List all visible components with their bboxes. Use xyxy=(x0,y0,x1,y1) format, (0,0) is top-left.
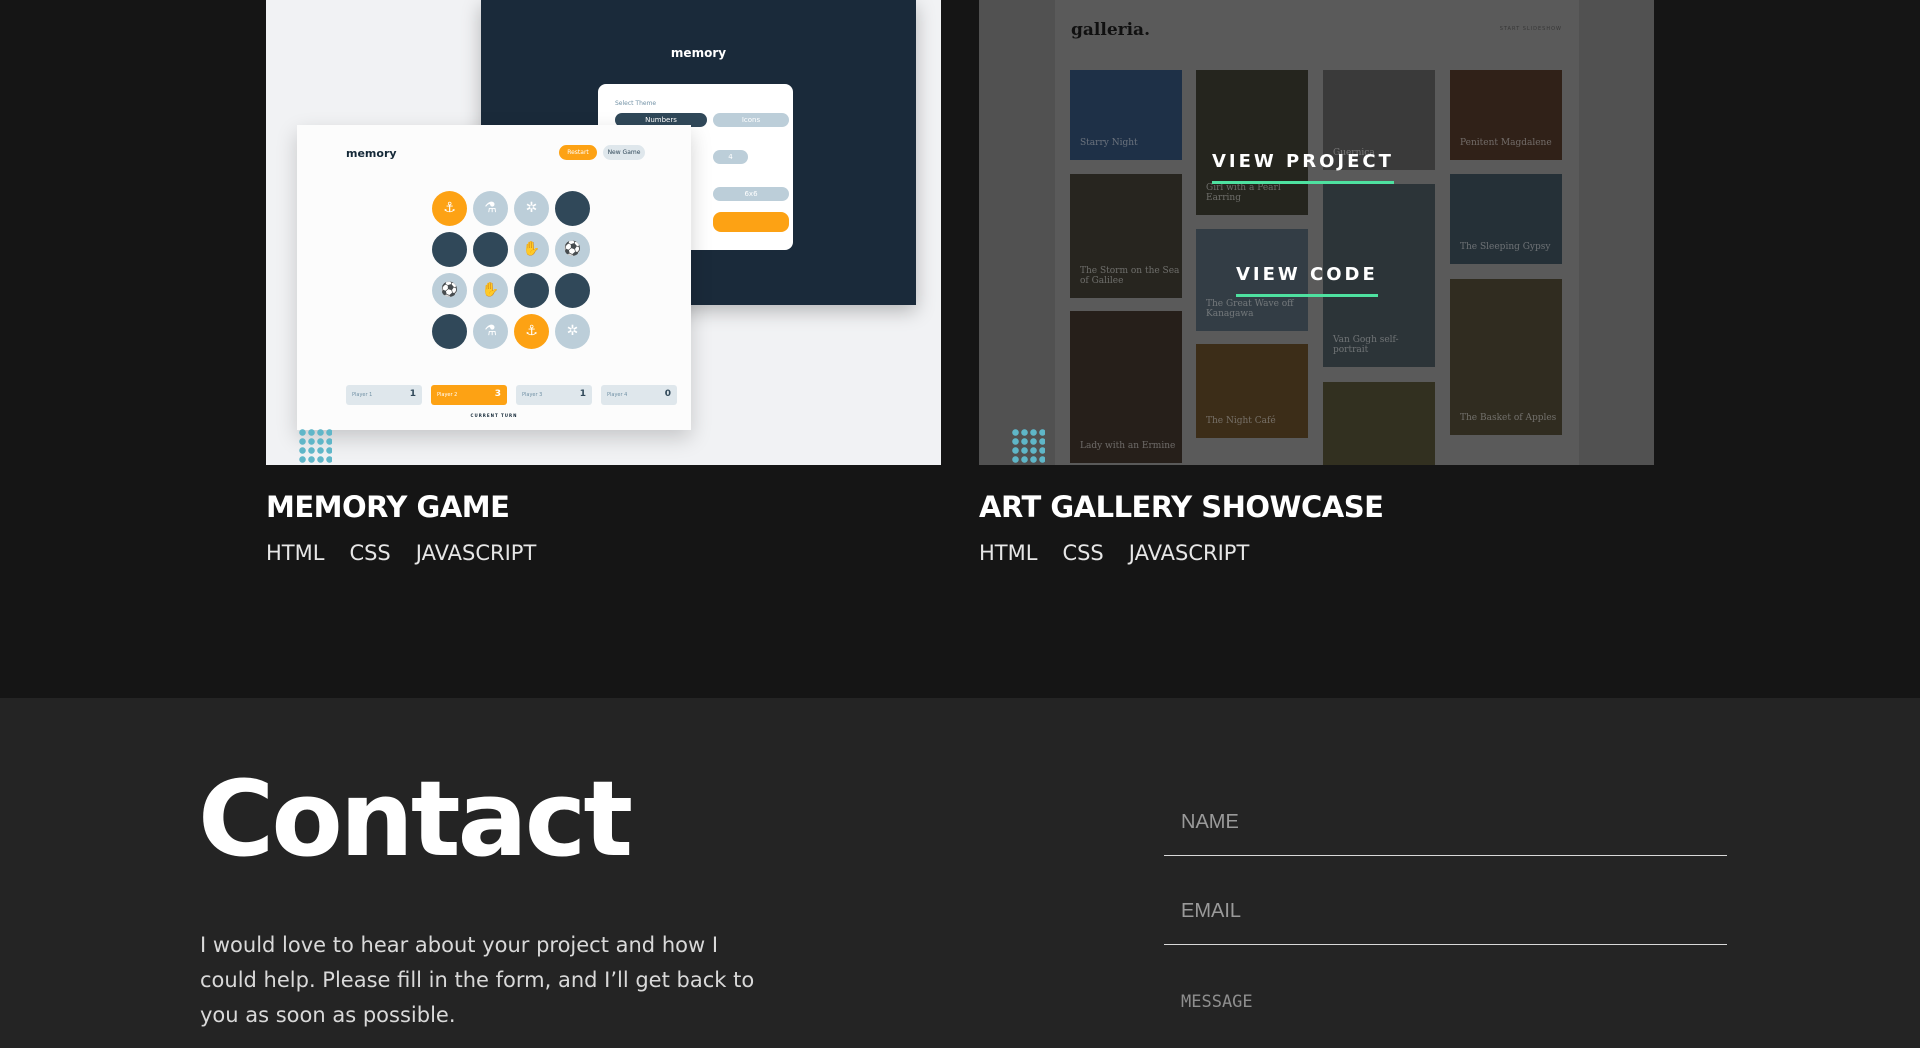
hidden-tile xyxy=(473,232,508,267)
current-turn-label: CURRENT TURN xyxy=(470,413,518,418)
view-code-link[interactable]: VIEW CODE xyxy=(1236,264,1378,297)
decorative-dots xyxy=(298,428,332,465)
project-tags: HTML CSS JAVASCRIPT xyxy=(266,541,536,565)
gear-icon: ✲ xyxy=(514,191,549,226)
player-score-active: Player 23 xyxy=(431,385,507,405)
tag: HTML xyxy=(979,541,1038,565)
flask-icon: ⚗ xyxy=(473,191,508,226)
restart-button: Restart xyxy=(559,145,597,160)
project-thumbnail[interactable]: galleria. START SLIDESHOW Starry Night G… xyxy=(979,0,1654,465)
contact-description: I would love to hear about your project … xyxy=(200,933,755,1027)
project-card-art-gallery: galleria. START SLIDESHOW Starry Night G… xyxy=(979,0,1654,565)
project-card-memory-game: memory Select Theme Numbers Icons 4 6x6 … xyxy=(266,0,941,565)
tag: JAVASCRIPT xyxy=(1128,541,1250,565)
hidden-tile xyxy=(514,273,549,308)
contact-section: Contact I would love to hear about your … xyxy=(0,698,1920,1048)
anchor-icon: ⚓ xyxy=(514,314,549,349)
decorative-dots xyxy=(1011,428,1045,465)
football-icon: ⚽ xyxy=(432,273,467,308)
size-option: 4 xyxy=(713,150,748,164)
hidden-tile xyxy=(432,232,467,267)
hand-icon: ✋ xyxy=(514,232,549,267)
start-game-bar xyxy=(713,212,789,232)
theme-option-icons: Icons xyxy=(713,113,789,127)
thumbnail-hover-overlay xyxy=(979,0,1654,465)
settings-label: Select Theme xyxy=(615,100,657,107)
project-thumbnail[interactable]: memory Select Theme Numbers Icons 4 6x6 … xyxy=(266,0,941,465)
hidden-tile xyxy=(432,314,467,349)
grid-option: 6x6 xyxy=(713,187,789,201)
tag: HTML xyxy=(266,541,325,565)
tag: CSS xyxy=(349,541,391,565)
memory-grid: ⚓ ⚗ ✲ ✋ ⚽ ⚽ ✋ ⚗ ⚓ ✲ xyxy=(432,191,590,349)
player-score: Player 40 xyxy=(601,385,677,405)
football-icon: ⚽ xyxy=(555,232,590,267)
tag: JAVASCRIPT xyxy=(415,541,537,565)
hand-icon: ✋ xyxy=(473,273,508,308)
name-input[interactable] xyxy=(1179,810,1709,835)
player-score: Player 31 xyxy=(516,385,592,405)
name-field xyxy=(1164,796,1727,856)
email-field xyxy=(1164,885,1727,945)
project-title: ART GALLERY SHOWCASE xyxy=(979,490,1384,524)
message-field xyxy=(1164,976,1727,1048)
project-tags: HTML CSS JAVASCRIPT xyxy=(979,541,1249,565)
gear-icon: ✲ xyxy=(555,314,590,349)
email-input[interactable] xyxy=(1179,899,1709,924)
project-title: MEMORY GAME xyxy=(266,490,510,524)
anchor-icon: ⚓ xyxy=(432,191,467,226)
memory-logo: memory xyxy=(346,147,397,160)
contact-heading: Contact xyxy=(198,758,633,880)
hidden-tile xyxy=(555,273,590,308)
projects-section: memory Select Theme Numbers Icons 4 6x6 … xyxy=(0,0,1920,698)
message-input[interactable] xyxy=(1179,990,1709,1034)
memory-board-window: memory Restart New Game ⚓ ⚗ ✲ ✋ ⚽ ⚽ ✋ ⚗ … xyxy=(297,125,691,430)
hidden-tile xyxy=(555,191,590,226)
tag: CSS xyxy=(1062,541,1104,565)
memory-logo: memory xyxy=(670,46,727,60)
player-scores: Player 11 Player 23 Player 31 Player 40 xyxy=(346,385,677,405)
new-game-button: New Game xyxy=(603,145,645,160)
view-project-link[interactable]: VIEW PROJECT xyxy=(1212,151,1394,184)
flask-icon: ⚗ xyxy=(473,314,508,349)
player-score: Player 11 xyxy=(346,385,422,405)
